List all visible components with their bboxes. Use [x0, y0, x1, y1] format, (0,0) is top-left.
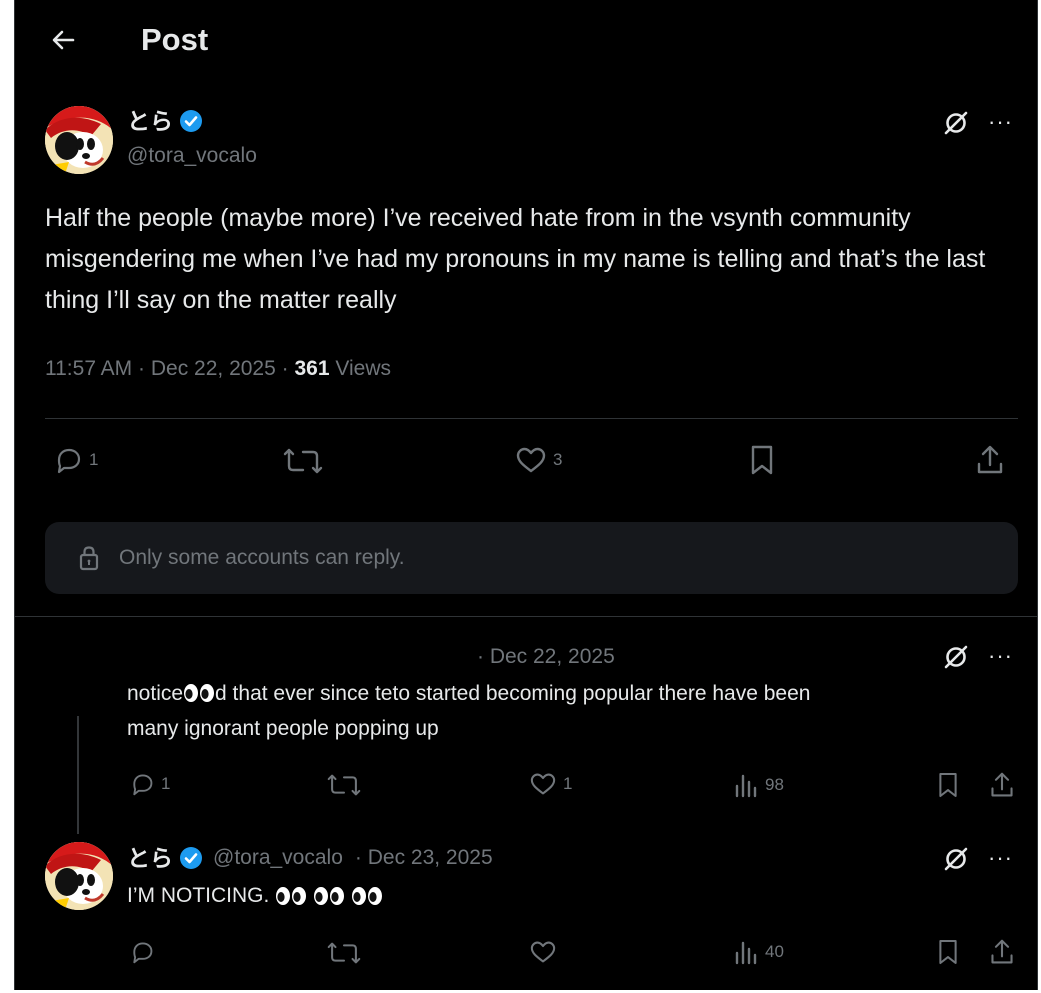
- author-handle[interactable]: @tora_vocalo: [127, 142, 257, 170]
- views-button[interactable]: 40: [733, 939, 784, 965]
- divider: [45, 418, 1018, 419]
- bookmark-button[interactable]: [937, 938, 959, 966]
- more-icon[interactable]: ···: [988, 847, 1013, 869]
- bookmark-icon: [749, 444, 775, 476]
- author-name[interactable]: とら: [127, 843, 173, 873]
- like-icon: [515, 446, 547, 474]
- share-icon: [989, 771, 1015, 799]
- divider: [15, 616, 1037, 617]
- like-count: 3: [553, 450, 563, 469]
- author-name-row: とら: [127, 106, 203, 136]
- grok-icon[interactable]: [943, 110, 969, 136]
- page-title: Post: [141, 22, 209, 57]
- reply-icon: [129, 772, 155, 796]
- like-icon: [529, 772, 557, 796]
- eyes-emoji: [351, 886, 383, 906]
- views-icon: [733, 939, 759, 965]
- reply-text-part: I’M NOTICING.: [127, 884, 270, 907]
- share-button[interactable]: [989, 771, 1015, 799]
- like-button[interactable]: [529, 940, 557, 964]
- repost-icon: [283, 446, 323, 476]
- share-button[interactable]: [975, 444, 1005, 476]
- reply-count: 1: [161, 774, 171, 793]
- post-date[interactable]: Dec 22, 2025: [151, 357, 276, 380]
- views-count: 98: [765, 775, 784, 794]
- author-handle[interactable]: @tora_vocalo: [213, 843, 343, 873]
- eyes-emoji: [313, 886, 345, 906]
- like-icon: [529, 940, 557, 964]
- share-button[interactable]: [989, 938, 1015, 966]
- views-icon: [733, 772, 759, 798]
- reply-button[interactable]: [129, 940, 155, 964]
- like-button[interactable]: 3: [515, 446, 562, 474]
- avatar[interactable]: [45, 842, 113, 910]
- reply-button[interactable]: 1: [53, 446, 98, 474]
- bookmark-button[interactable]: [749, 444, 775, 476]
- lock-icon: [77, 544, 101, 572]
- views-count: 40: [765, 942, 784, 961]
- eyes-emoji: [183, 683, 215, 703]
- views-button[interactable]: 98: [733, 772, 784, 798]
- bookmark-icon: [937, 938, 959, 966]
- more-icon[interactable]: ···: [988, 111, 1013, 133]
- share-icon: [989, 938, 1015, 966]
- thread-line: [77, 716, 79, 834]
- grok-icon[interactable]: [943, 846, 969, 872]
- post-meta: 11:57 AM · Dec 22, 2025 · 361 Views: [45, 354, 391, 384]
- reply-date[interactable]: · Dec 22, 2025: [477, 642, 615, 672]
- repost-button[interactable]: [283, 446, 323, 476]
- reply-count: 1: [89, 450, 99, 469]
- reply-text: I’M NOTICING.: [127, 878, 383, 913]
- bookmark-button[interactable]: [937, 771, 959, 799]
- reply-date[interactable]: · Dec 23, 2025: [355, 843, 493, 873]
- grok-icon[interactable]: [943, 644, 969, 670]
- reply-text-line: many ignorant people popping up: [127, 717, 439, 740]
- verified-badge-icon: [179, 846, 203, 870]
- post-text: Half the people (maybe more) I’ve receiv…: [45, 204, 986, 314]
- like-button[interactable]: 1: [529, 772, 572, 796]
- eyes-emoji: [275, 886, 307, 906]
- reply-text: notice d that ever since teto started bec…: [127, 676, 1017, 746]
- author-name[interactable]: とら: [127, 106, 173, 136]
- views-label: Views: [335, 357, 392, 380]
- reply-text-part: notice: [127, 682, 184, 705]
- verified-badge-icon: [179, 109, 203, 133]
- screenshot-frame: Post とら @tora_vocalo ··· Half the people…: [0, 0, 1041, 993]
- meta-separator: ·: [281, 357, 289, 380]
- reply-text-part: d that ever since teto started becoming …: [215, 682, 811, 705]
- more-icon[interactable]: ···: [988, 645, 1013, 667]
- reply-author-row: とら @tora_vocalo · Dec 23, 2025: [127, 843, 493, 873]
- reply-icon: [53, 446, 83, 474]
- meta-separator: ·: [138, 357, 146, 380]
- views-count: 361: [294, 357, 330, 380]
- reply-text-line: notice d that ever since teto started bec…: [127, 676, 1017, 711]
- reply-restriction-text: Only some accounts can reply.: [119, 546, 405, 569]
- reply-button[interactable]: 1: [129, 772, 170, 796]
- repost-button[interactable]: [327, 940, 361, 966]
- like-count: 1: [563, 774, 573, 793]
- repost-button[interactable]: [327, 772, 361, 798]
- avatar[interactable]: [45, 106, 113, 174]
- post-detail-panel: Post とら @tora_vocalo ··· Half the people…: [14, 0, 1038, 990]
- bookmark-icon: [937, 771, 959, 799]
- repost-icon: [327, 940, 361, 966]
- post-time[interactable]: 11:57 AM: [45, 357, 132, 380]
- share-icon: [975, 444, 1005, 476]
- reply-icon: [129, 940, 155, 964]
- back-arrow-icon[interactable]: [49, 26, 77, 54]
- repost-icon: [327, 772, 361, 798]
